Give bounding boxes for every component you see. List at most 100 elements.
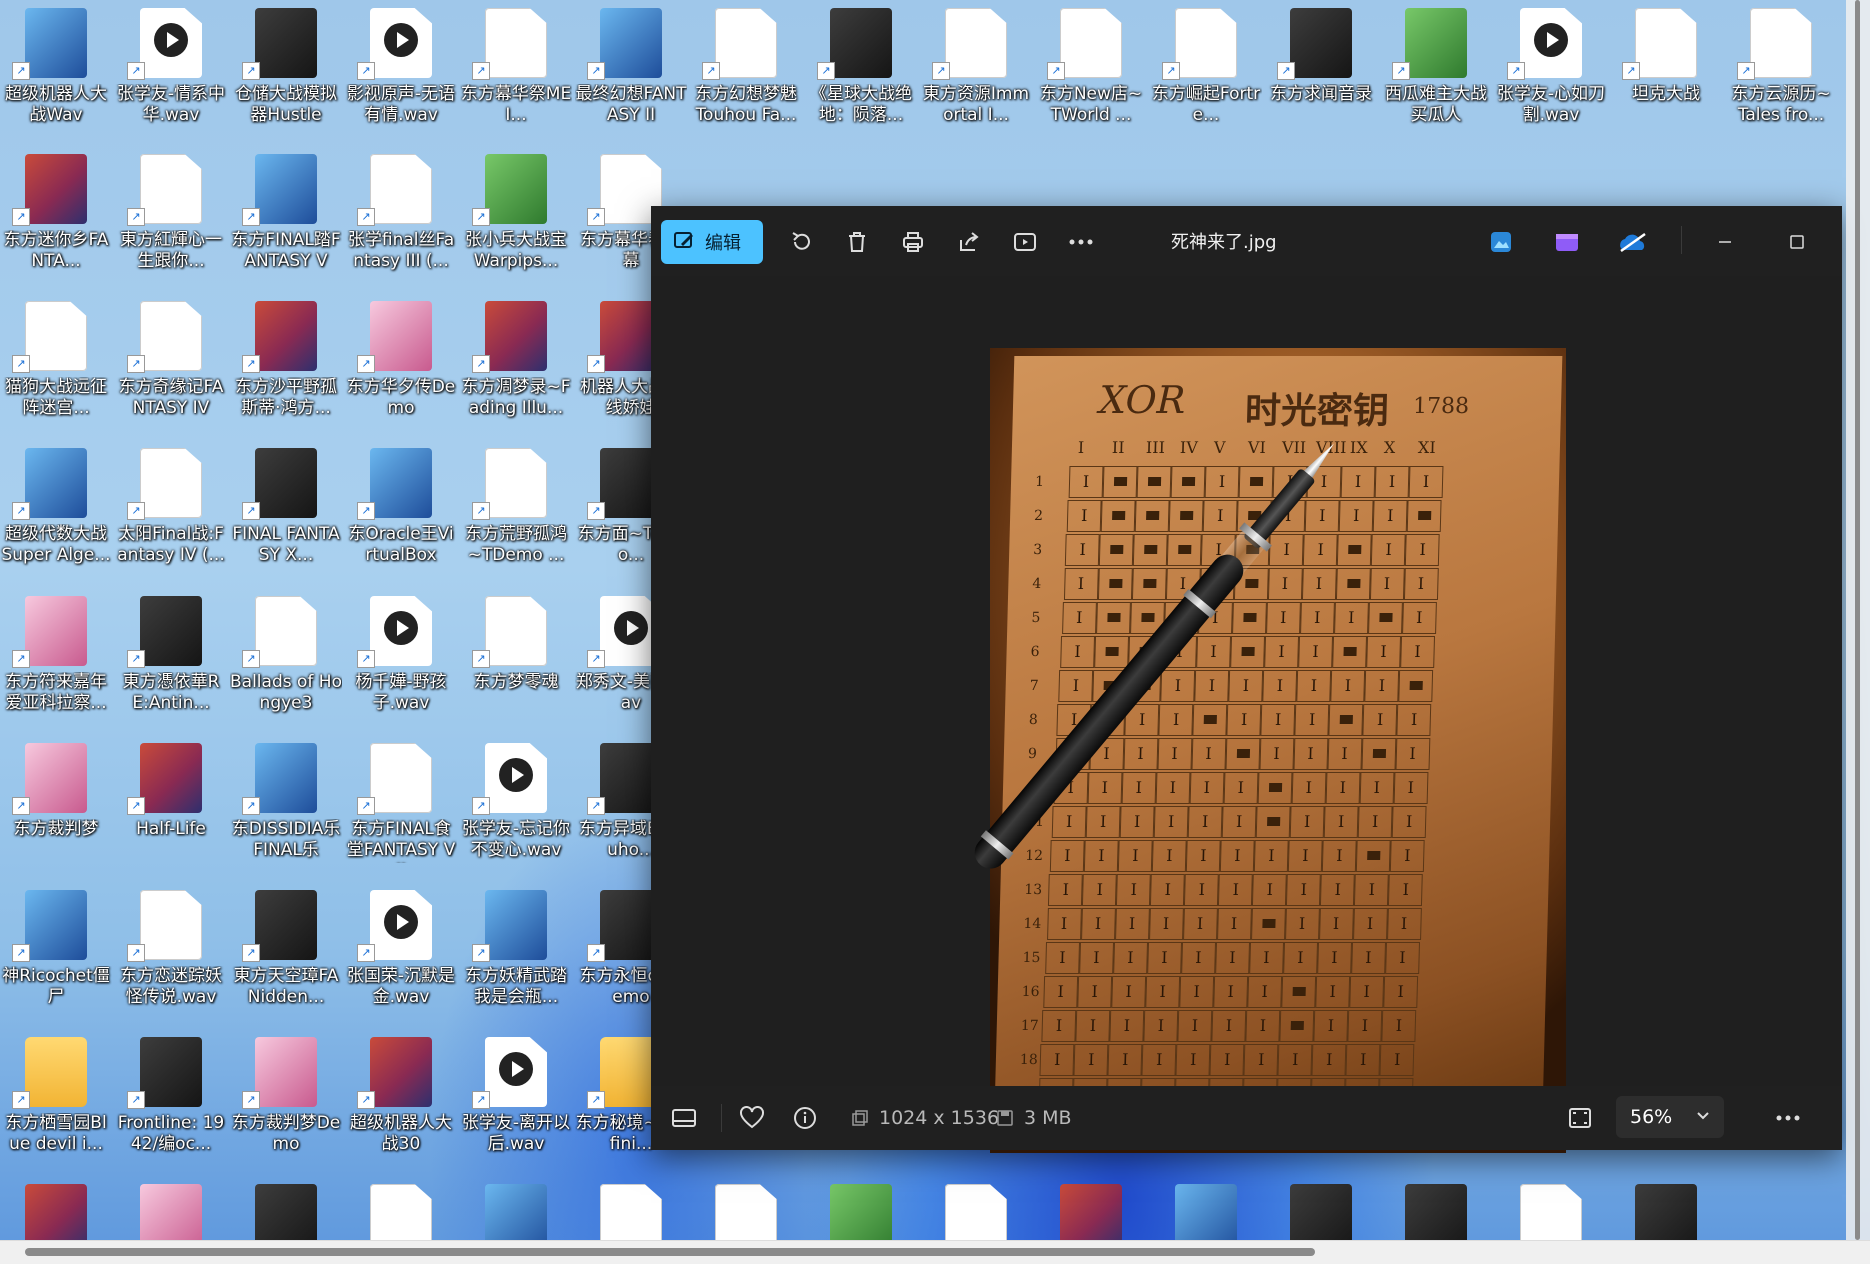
rotate-button[interactable] bbox=[779, 220, 823, 264]
desktop-icon-label: 坦克大战 bbox=[1632, 84, 1700, 104]
desktop-icon[interactable]: ↗ 东方幕华祭MEI... bbox=[460, 2, 572, 146]
desktop-icon[interactable]: ↗ 东方奇缘记FANTASY IV bbox=[115, 295, 227, 439]
app-thumbnail-icon bbox=[485, 890, 547, 960]
desktop-icon-label: 杨千嬅-野孩子.wav bbox=[355, 672, 447, 713]
desktop-icon[interactable]: ↗ 东方荒野孤鸿~TDemo ... bbox=[460, 442, 572, 586]
slideshow-button[interactable] bbox=[1003, 220, 1047, 264]
share-button[interactable] bbox=[947, 220, 991, 264]
desktop-icon[interactable] bbox=[1265, 1178, 1377, 1240]
desktop-icon[interactable]: ↗ 太阳Final战:Fantasy IV (... bbox=[115, 442, 227, 586]
vertical-scroll-thumb[interactable] bbox=[1855, 0, 1860, 1240]
desktop-icon[interactable] bbox=[1610, 1178, 1722, 1240]
desktop-icon[interactable]: ↗ 张学友-心如刀割.wav bbox=[1495, 2, 1607, 146]
favorite-button[interactable] bbox=[739, 1100, 765, 1136]
desktop-icon[interactable]: ↗ 东DISSIDIA乐FINAL乐 bbox=[230, 737, 342, 881]
desktop-icon[interactable]: ↗ 东方裁判梦Demo bbox=[230, 1031, 342, 1175]
desktop-icon[interactable]: ↗ 张学友-情系中华.wav bbox=[115, 2, 227, 146]
desktop-icon[interactable]: ↗ 东方崛起Fortre... bbox=[1150, 2, 1262, 146]
grid-cell: I bbox=[1216, 908, 1252, 940]
image-viewport[interactable]: XOR 时光密钥 1788 IIIIIIIVVVIVIIVIIIIXXXI1II… bbox=[651, 276, 1842, 1153]
desktop-icon[interactable] bbox=[460, 1178, 572, 1240]
desktop-icon[interactable]: ↗ 影视原声-无语有情.wav bbox=[345, 2, 457, 146]
desktop-icon[interactable] bbox=[1495, 1178, 1607, 1240]
print-button[interactable] bbox=[891, 220, 935, 264]
desktop-icon[interactable] bbox=[115, 1178, 227, 1240]
desktop-icon[interactable] bbox=[1380, 1178, 1492, 1240]
shortcut-arrow-icon: ↗ bbox=[127, 650, 145, 668]
zoom-dropdown[interactable]: 56% bbox=[1616, 1096, 1724, 1138]
edit-button[interactable]: 编辑 bbox=[661, 220, 763, 264]
onedrive-button[interactable] bbox=[1611, 220, 1655, 264]
desktop-icon[interactable]: ↗ 东方裁判梦 bbox=[0, 737, 112, 881]
more-options-button[interactable] bbox=[1059, 220, 1103, 264]
desktop-icon[interactable]: ↗ 东方符来嘉年爱亚科拉察... bbox=[0, 590, 112, 734]
desktop-icon[interactable]: ↗ 东方妖精武踏我是会瓶... bbox=[460, 884, 572, 1028]
desktop-icon[interactable]: ↗ 東方资源Immortal I... bbox=[920, 2, 1032, 146]
desktop-icon-label: 東方天空璋FANidden... bbox=[233, 966, 339, 1007]
clipchamp-button[interactable] bbox=[1545, 220, 1589, 264]
desktop-icon[interactable]: ↗ 东方沙平野孤斯蒂·鸿方... bbox=[230, 295, 342, 439]
horizontal-scrollbar[interactable] bbox=[0, 1240, 1870, 1264]
desktop-icon[interactable]: ↗ 张学友-忘记你不变心.wav bbox=[460, 737, 572, 881]
desktop-icon[interactable]: ↗ 东方云源历~ Tales fro... bbox=[1725, 2, 1837, 146]
desktop-icon[interactable]: ↗ 张学final丝Fantasy III (... bbox=[345, 148, 457, 292]
desktop-icon[interactable]: ↗ 张学友-离开以后.wav bbox=[460, 1031, 572, 1175]
desktop-icon[interactable]: ↗ 张小兵大战宝Warpips... bbox=[460, 148, 572, 292]
minimize-button[interactable] bbox=[1703, 220, 1747, 264]
desktop-icon[interactable]: ↗ 东Oracle王VirtualBox bbox=[345, 442, 457, 586]
desktop-icon[interactable] bbox=[345, 1178, 457, 1240]
desktop-icon[interactable]: ↗ 超级机器人大战Wav bbox=[0, 2, 112, 146]
desktop-icon[interactable] bbox=[1035, 1178, 1147, 1240]
desktop-icon[interactable]: ↗ 東方憑依華RE:Antin... bbox=[115, 590, 227, 734]
desktop-icon[interactable]: ↗ 东方栖雪园Blue devil i... bbox=[0, 1031, 112, 1175]
desktop-icon[interactable]: ↗ 东方华夕传Demo bbox=[345, 295, 457, 439]
desktop-icon[interactable]: ↗ 東方紅輝心一生跟你... bbox=[115, 148, 227, 292]
desktop-icon[interactable]: ↗ 神Ricochet僵尸 bbox=[0, 884, 112, 1028]
desktop-icon[interactable]: ↗ 《星球大战绝地：陨落... bbox=[805, 2, 917, 146]
grid-cell: I bbox=[1228, 670, 1264, 702]
horizontal-scroll-thumb[interactable] bbox=[25, 1248, 1315, 1256]
app-thumbnail-icon bbox=[255, 596, 317, 666]
desktop-icon[interactable]: ↗ 东方幻想梦魅Touhou Fa... bbox=[690, 2, 802, 146]
desktop-icon[interactable] bbox=[920, 1178, 1032, 1240]
desktop-icon[interactable] bbox=[805, 1178, 917, 1240]
desktop-icon[interactable] bbox=[575, 1178, 687, 1240]
desktop-icon[interactable]: ↗ 超级机器人大战30 bbox=[345, 1031, 457, 1175]
desktop-icon[interactable]: ↗ 超级代数大战Super Alge... bbox=[0, 442, 112, 586]
photos-app-button[interactable] bbox=[1479, 220, 1523, 264]
fit-to-window-button[interactable] bbox=[1568, 1100, 1592, 1136]
desktop-icon[interactable] bbox=[230, 1178, 342, 1240]
desktop-icon[interactable]: ↗ 最终幻想FANTASY II bbox=[575, 2, 687, 146]
desktop-icon[interactable]: ↗ 东方FINAL踏FANTASY V bbox=[230, 148, 342, 292]
desktop-icon[interactable]: ↗ Half-Life bbox=[115, 737, 227, 881]
desktop-icon[interactable]: ↗ Frontline: 1942/编oc... bbox=[115, 1031, 227, 1175]
desktop-icon[interactable] bbox=[0, 1178, 112, 1240]
desktop-icon[interactable]: ↗ Ballads of Hongye3 bbox=[230, 590, 342, 734]
desktop-icon[interactable]: ↗ 张国荣-沉默是金.wav bbox=[345, 884, 457, 1028]
desktop-icon[interactable]: ↗ 仓储大战模拟器Hustle bbox=[230, 2, 342, 146]
desktop-icon[interactable] bbox=[690, 1178, 802, 1240]
desktop-icon[interactable]: ↗ 猫狗大战远征阵迷宫... bbox=[0, 295, 112, 439]
file-info-button[interactable] bbox=[793, 1100, 817, 1136]
delete-button[interactable] bbox=[835, 220, 879, 264]
desktop-icon[interactable]: ↗ 东方梦零魂 bbox=[460, 590, 572, 734]
desktop-icon[interactable]: ↗ 東方天空璋FANidden... bbox=[230, 884, 342, 1028]
grid-cell: I bbox=[1252, 874, 1288, 906]
desktop-icon[interactable]: ↗ 坦克大战 bbox=[1610, 2, 1722, 146]
vertical-scrollbar[interactable] bbox=[1846, 0, 1870, 1240]
desktop-icon[interactable]: ↗ 西瓜难主大战买瓜人 bbox=[1380, 2, 1492, 146]
maximize-button[interactable] bbox=[1775, 220, 1819, 264]
desktop-icon[interactable]: ↗ 东方求闻音录 bbox=[1265, 2, 1377, 146]
desktop-icon[interactable]: ↗ 东方凋梦录~Fading Illu... bbox=[460, 295, 572, 439]
bottom-more-button[interactable] bbox=[1775, 1100, 1801, 1136]
filmstrip-button[interactable] bbox=[671, 1100, 697, 1136]
desktop-icon[interactable]: ↗ 东方恋迷踪妖怪传说.wav bbox=[115, 884, 227, 1028]
desktop-icon[interactable] bbox=[1150, 1178, 1262, 1240]
desktop-icon[interactable]: ↗ 东方迷你乡FANTA... bbox=[0, 148, 112, 292]
desktop-icon[interactable]: ↗ 东方New店~TWorld ... bbox=[1035, 2, 1147, 146]
desktop-icon[interactable]: ↗ FINAL FANTASY X... bbox=[230, 442, 342, 586]
grid-row-label: 2 bbox=[1033, 508, 1044, 524]
play-icon bbox=[384, 611, 418, 645]
desktop-icon[interactable]: ↗ 东方FINAL食堂FANTASY VII bbox=[345, 737, 457, 881]
desktop-icon[interactable]: ↗ 杨千嬅-野孩子.wav bbox=[345, 590, 457, 734]
